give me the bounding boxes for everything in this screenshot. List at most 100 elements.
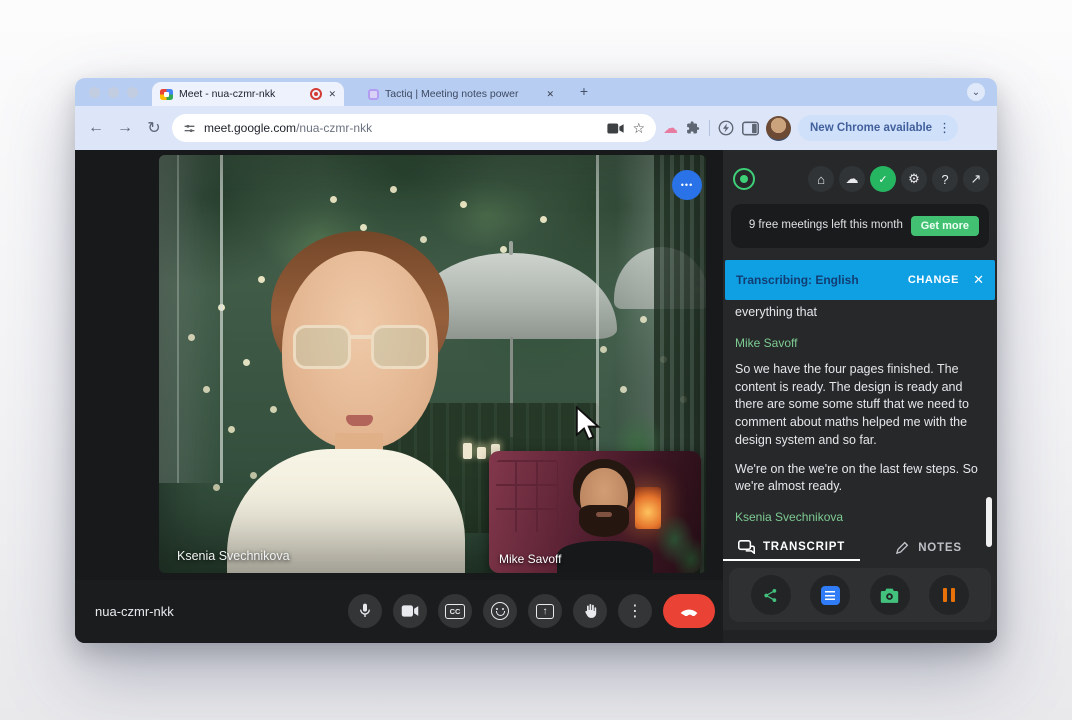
cloud-upload-icon[interactable]: ☁: [839, 166, 865, 192]
screenshot-button[interactable]: [869, 575, 910, 615]
shield-check-icon[interactable]: ✓: [870, 166, 896, 192]
meeting-code: nua-czmr-nkk: [95, 604, 174, 619]
browser-toolbar: ← → ↻ meet.google.com/nua-czmr-nkk ☆ ☁ N…: [75, 106, 997, 150]
tab-title: Meet - nua-czmr-nkk: [179, 88, 276, 100]
url-text: meet.google.com/nua-czmr-nkk: [204, 121, 373, 135]
main-video-tile[interactable]: Ksenia Svechnikova Mike Savoff: [159, 155, 706, 573]
cloud-extension-icon[interactable]: ☁: [663, 119, 678, 137]
new-tab-button[interactable]: +: [574, 81, 594, 101]
leave-call-button[interactable]: [663, 594, 715, 628]
close-tab-icon[interactable]: ✕: [546, 89, 554, 100]
participant-name-label: Ksenia Svechnikova: [177, 549, 290, 563]
more-vert-icon: ⋮: [627, 603, 643, 620]
export-to-docs-button[interactable]: [810, 575, 851, 615]
camera-in-use-icon[interactable]: [607, 122, 625, 135]
tactiq-action-bar: [729, 568, 991, 622]
smile-icon: [491, 602, 509, 620]
zoom-window-button[interactable]: [127, 87, 138, 98]
present-icon: ↑: [536, 603, 554, 619]
tactiq-logo-icon: [733, 168, 755, 190]
tab-strip: Meet - nua-czmr-nkk ✕ Tactiq | Meeting n…: [75, 78, 997, 106]
close-tab-icon[interactable]: ✕: [328, 89, 336, 100]
tactiq-header: ⌂ ☁ ✓ ⚙ ? ↗: [733, 162, 989, 196]
camera-button[interactable]: [393, 594, 427, 628]
pause-icon: [943, 588, 956, 602]
pencil-icon: [896, 541, 909, 555]
transcript-speaker: Ksenia Svechnikova: [735, 510, 844, 525]
help-icon[interactable]: ?: [932, 166, 958, 192]
floating-chat-bubble-icon[interactable]: •••: [672, 170, 702, 200]
share-button[interactable]: [750, 575, 791, 615]
tab-transcript[interactable]: TRANSCRIPT: [723, 534, 860, 561]
settings-gear-icon[interactable]: ⚙: [901, 166, 927, 192]
google-docs-icon: [820, 585, 840, 605]
tab-transcript-label: TRANSCRIPT: [762, 540, 846, 553]
tab-meet[interactable]: Meet - nua-czmr-nkk ✕: [152, 82, 344, 106]
recording-indicator-icon: [310, 88, 323, 100]
quota-text: 9 free meetings left this month: [748, 219, 903, 232]
quota-banner: 9 free meetings left this month Get more: [731, 204, 989, 248]
transcript-panel[interactable]: everything that Mike Savoff So we have t…: [735, 300, 981, 533]
profile-avatar[interactable]: [766, 115, 791, 141]
browser-menu-icon[interactable]: ⋮: [938, 120, 951, 136]
self-participant-shirt: [557, 541, 653, 573]
tactiq-sidebar: ⌂ ☁ ✓ ⚙ ? ↗ 9 free meetings left this mo…: [723, 150, 997, 643]
side-panel-icon[interactable]: [742, 121, 759, 136]
expand-icon[interactable]: ↗: [963, 166, 989, 192]
tab-search-chevron-icon[interactable]: ⌄: [967, 83, 985, 101]
meet-control-bar: nua-czmr-nkk CC ↑ ⋮: [75, 580, 723, 643]
toolbar-divider: [709, 120, 710, 136]
traffic-light-buttons[interactable]: [89, 87, 138, 98]
reload-button[interactable]: ↻: [143, 118, 165, 138]
raise-hand-button[interactable]: [573, 594, 607, 628]
site-settings-icon[interactable]: [183, 122, 196, 135]
browser-window: Meet - nua-czmr-nkk ✕ Tactiq | Meeting n…: [75, 78, 997, 643]
transcript-text: So we have the four pages finished. The …: [735, 361, 969, 447]
self-view-plant: [653, 513, 701, 573]
chat-bubble-icon: [737, 539, 755, 554]
chrome-update-label: New Chrome available: [810, 122, 933, 134]
transcribing-banner: Transcribing: English CHANGE ✕: [725, 260, 995, 300]
self-view-window: [496, 460, 558, 532]
bookmark-star-icon[interactable]: ☆: [632, 120, 645, 137]
sidebar-footer: [723, 630, 997, 643]
tactiq-favicon-icon: [368, 88, 379, 100]
tab-tactiq[interactable]: Tactiq | Meeting notes power ✕: [362, 83, 560, 105]
back-button[interactable]: ←: [85, 119, 107, 137]
extensions-puzzle-icon[interactable]: [685, 120, 702, 137]
scrollbar-thumb[interactable]: [986, 497, 992, 547]
transcript-text: everything that: [735, 305, 817, 319]
tab-title: Tactiq | Meeting notes power: [385, 88, 519, 100]
chrome-update-button[interactable]: New Chrome available ⋮: [798, 115, 959, 141]
share-icon: [764, 588, 777, 602]
pause-transcription-button[interactable]: [929, 575, 970, 615]
tactiq-tab-bar: TRANSCRIPT NOTES: [723, 534, 997, 561]
more-options-button[interactable]: ⋮: [618, 594, 652, 628]
change-language-button[interactable]: CHANGE: [908, 274, 959, 286]
captions-button[interactable]: CC: [438, 594, 472, 628]
extension-bolt-icon[interactable]: [717, 119, 735, 137]
self-view-tile[interactable]: Mike Savoff: [489, 451, 701, 573]
forward-button[interactable]: →: [114, 119, 136, 137]
close-window-button[interactable]: [89, 87, 100, 98]
present-screen-button[interactable]: ↑: [528, 594, 562, 628]
home-icon[interactable]: ⌂: [808, 166, 834, 192]
minimize-window-button[interactable]: [108, 87, 119, 98]
camera-icon: [881, 588, 899, 603]
page-content: Ksenia Svechnikova Mike Savoff ••• nua-c…: [75, 150, 997, 643]
meet-favicon-icon: [160, 88, 173, 100]
tab-notes[interactable]: NOTES: [860, 534, 997, 561]
reactions-button[interactable]: [483, 594, 517, 628]
get-more-button[interactable]: Get more: [910, 216, 979, 236]
tab-notes-label: NOTES: [918, 541, 962, 554]
address-bar[interactable]: meet.google.com/nua-czmr-nkk ☆: [172, 114, 656, 142]
mouse-cursor: [575, 406, 601, 441]
transcript-speaker: Mike Savoff: [735, 335, 798, 350]
self-participant-beard: [579, 505, 629, 537]
close-banner-icon[interactable]: ✕: [973, 272, 984, 288]
microphone-button[interactable]: [348, 594, 382, 628]
captions-label: CC: [445, 603, 465, 619]
meet-area: Ksenia Svechnikova Mike Savoff ••• nua-c…: [75, 150, 723, 643]
transcribing-label: Transcribing: English: [736, 273, 859, 287]
transcript-text: We're on the we're on the last few steps…: [735, 461, 978, 494]
